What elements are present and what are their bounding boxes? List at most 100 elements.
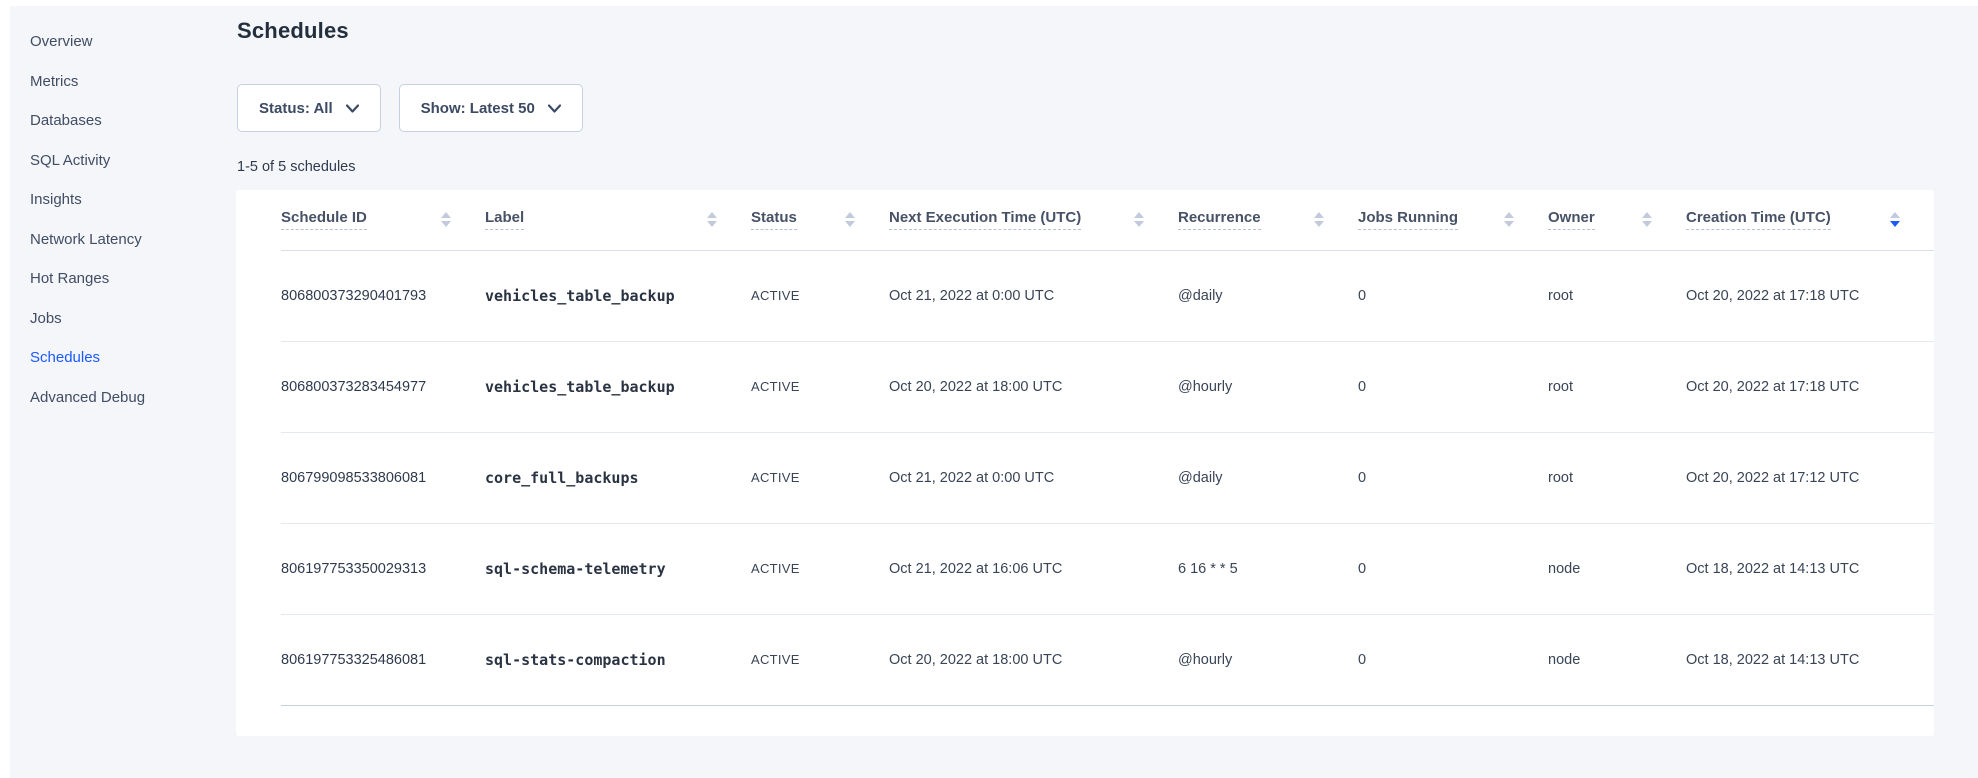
sidebar-item-label: Overview [30,33,93,50]
sort-asc-icon[interactable] [707,212,717,218]
cell-id: 806197753350029313 [281,523,485,614]
chevron-down-icon [346,104,359,113]
cell-creation-time: Oct 20, 2022 at 17:12 UTC [1686,432,1934,523]
cell-recurrence: @daily [1178,432,1358,523]
cell-text: Oct 18, 2022 at 14:13 UTC [1686,561,1859,577]
cell-label: vehicles_table_backup [485,250,751,341]
sidebar-item-databases[interactable]: Databases [30,101,236,141]
cell-text: Oct 18, 2022 at 14:13 UTC [1686,652,1859,668]
sort-desc-icon[interactable] [1890,221,1900,227]
window-edge-top [0,0,1978,6]
filters-row: Status: All Show: Latest 50 [237,84,583,132]
cell-text: sql-schema-telemetry [485,560,666,578]
column-header-schedule-id[interactable]: Schedule ID [281,190,485,250]
sidebar-item-overview[interactable]: Overview [30,22,236,62]
table-row: 806197753350029313sql-schema-telemetryAC… [281,523,1934,614]
column-header-label: Owner [1548,209,1595,230]
sort-icons[interactable] [1314,212,1324,227]
sort-desc-icon[interactable] [707,221,717,227]
sidebar-item-schedules[interactable]: Schedules [30,338,236,378]
cell-creation-time: Oct 20, 2022 at 17:18 UTC [1686,341,1934,432]
cell-next-execution: Oct 20, 2022 at 18:00 UTC [889,614,1178,705]
cell-next-execution: Oct 20, 2022 at 18:00 UTC [889,341,1178,432]
column-header-label: Status [751,209,797,230]
sort-asc-icon[interactable] [1134,212,1144,218]
sidebar-item-label: Schedules [30,349,100,366]
cell-label: core_full_backups [485,432,751,523]
cell-owner: root [1548,432,1686,523]
cell-text: Oct 21, 2022 at 0:00 UTC [889,288,1054,304]
cell-id: 806800373283454977 [281,341,485,432]
sort-asc-icon[interactable] [1314,212,1324,218]
sort-icons[interactable] [845,212,855,227]
sidebar-item-insights[interactable]: Insights [30,180,236,220]
cell-creation-time: Oct 20, 2022 at 17:18 UTC [1686,250,1934,341]
sidebar-item-advanced-debug[interactable]: Advanced Debug [30,378,236,418]
status-filter-label: Status: All [259,100,333,117]
column-header-next-execution-time-utc[interactable]: Next Execution Time (UTC) [889,190,1178,250]
cell-jobs-running: 0 [1358,341,1548,432]
cell-text: 806197753350029313 [281,561,426,577]
table-row: 806800373283454977vehicles_table_backupA… [281,341,1934,432]
sort-desc-icon[interactable] [1642,221,1652,227]
cell-owner: root [1548,341,1686,432]
sort-asc-icon[interactable] [1890,212,1900,218]
sidebar-item-sql-activity[interactable]: SQL Activity [30,141,236,181]
sidebar-item-network-latency[interactable]: Network Latency [30,220,236,260]
sidebar-item-hot-ranges[interactable]: Hot Ranges [30,259,236,299]
column-header-owner[interactable]: Owner [1548,190,1686,250]
sort-asc-icon[interactable] [845,212,855,218]
cell-id: 806799098533806081 [281,432,485,523]
sort-desc-icon[interactable] [1504,221,1514,227]
sort-icons[interactable] [441,212,451,227]
sort-asc-icon[interactable] [1504,212,1514,218]
column-header-status[interactable]: Status [751,190,889,250]
sidebar-item-jobs[interactable]: Jobs [30,299,236,339]
sort-icons[interactable] [1890,212,1900,227]
schedules-table-card: Schedule IDLabelStatus Next Execution Tim… [236,190,1934,736]
sidebar-item-metrics[interactable]: Metrics [30,62,236,102]
column-header-jobs-running[interactable]: Jobs Running [1358,190,1548,250]
sidebar-item-label: SQL Activity [30,152,110,169]
sort-desc-icon[interactable] [1134,221,1144,227]
sidebar-item-label: Hot Ranges [30,270,109,287]
cell-text: node [1548,561,1580,577]
column-header-recurrence[interactable]: Recurrence [1178,190,1358,250]
column-header-creation-time-utc[interactable]: Creation Time (UTC) [1686,190,1934,250]
column-header-label[interactable]: Label [485,190,751,250]
chevron-down-icon [548,104,561,113]
cell-owner: node [1548,523,1686,614]
cell-owner: node [1548,614,1686,705]
cell-text: Oct 20, 2022 at 17:18 UTC [1686,288,1859,304]
cell-next-execution: Oct 21, 2022 at 0:00 UTC [889,250,1178,341]
cell-creation-time: Oct 18, 2022 at 14:13 UTC [1686,523,1934,614]
sort-asc-icon[interactable] [441,212,451,218]
status-filter-dropdown[interactable]: Status: All [237,84,381,132]
cell-text: 806197753325486081 [281,652,426,668]
cell-text: ACTIVE [751,470,800,485]
sort-icons[interactable] [707,212,717,227]
sidebar-item-label: Databases [30,112,102,129]
sort-icons[interactable] [1134,212,1144,227]
cell-text: 0 [1358,379,1366,395]
results-count: 1-5 of 5 schedules [237,159,356,175]
cell-recurrence: @daily [1178,250,1358,341]
sort-desc-icon[interactable] [1314,221,1324,227]
column-header-label: Recurrence [1178,209,1261,230]
sort-icons[interactable] [1504,212,1514,227]
cell-text: vehicles_table_backup [485,378,675,396]
cell-status: ACTIVE [751,250,889,341]
sort-asc-icon[interactable] [1642,212,1652,218]
sort-icons[interactable] [1642,212,1652,227]
sidebar-item-label: Jobs [30,310,62,327]
table-header-row: Schedule IDLabelStatus Next Execution Tim… [281,190,1934,250]
sort-desc-icon[interactable] [441,221,451,227]
sort-desc-icon[interactable] [845,221,855,227]
cell-text: ACTIVE [751,652,800,667]
show-filter-dropdown[interactable]: Show: Latest 50 [399,84,583,132]
cell-next-execution: Oct 21, 2022 at 16:06 UTC [889,523,1178,614]
cell-label: sql-stats-compaction [485,614,751,705]
cell-text: Oct 21, 2022 at 0:00 UTC [889,470,1054,486]
cell-text: @hourly [1178,379,1232,395]
cell-id: 806197753325486081 [281,614,485,705]
